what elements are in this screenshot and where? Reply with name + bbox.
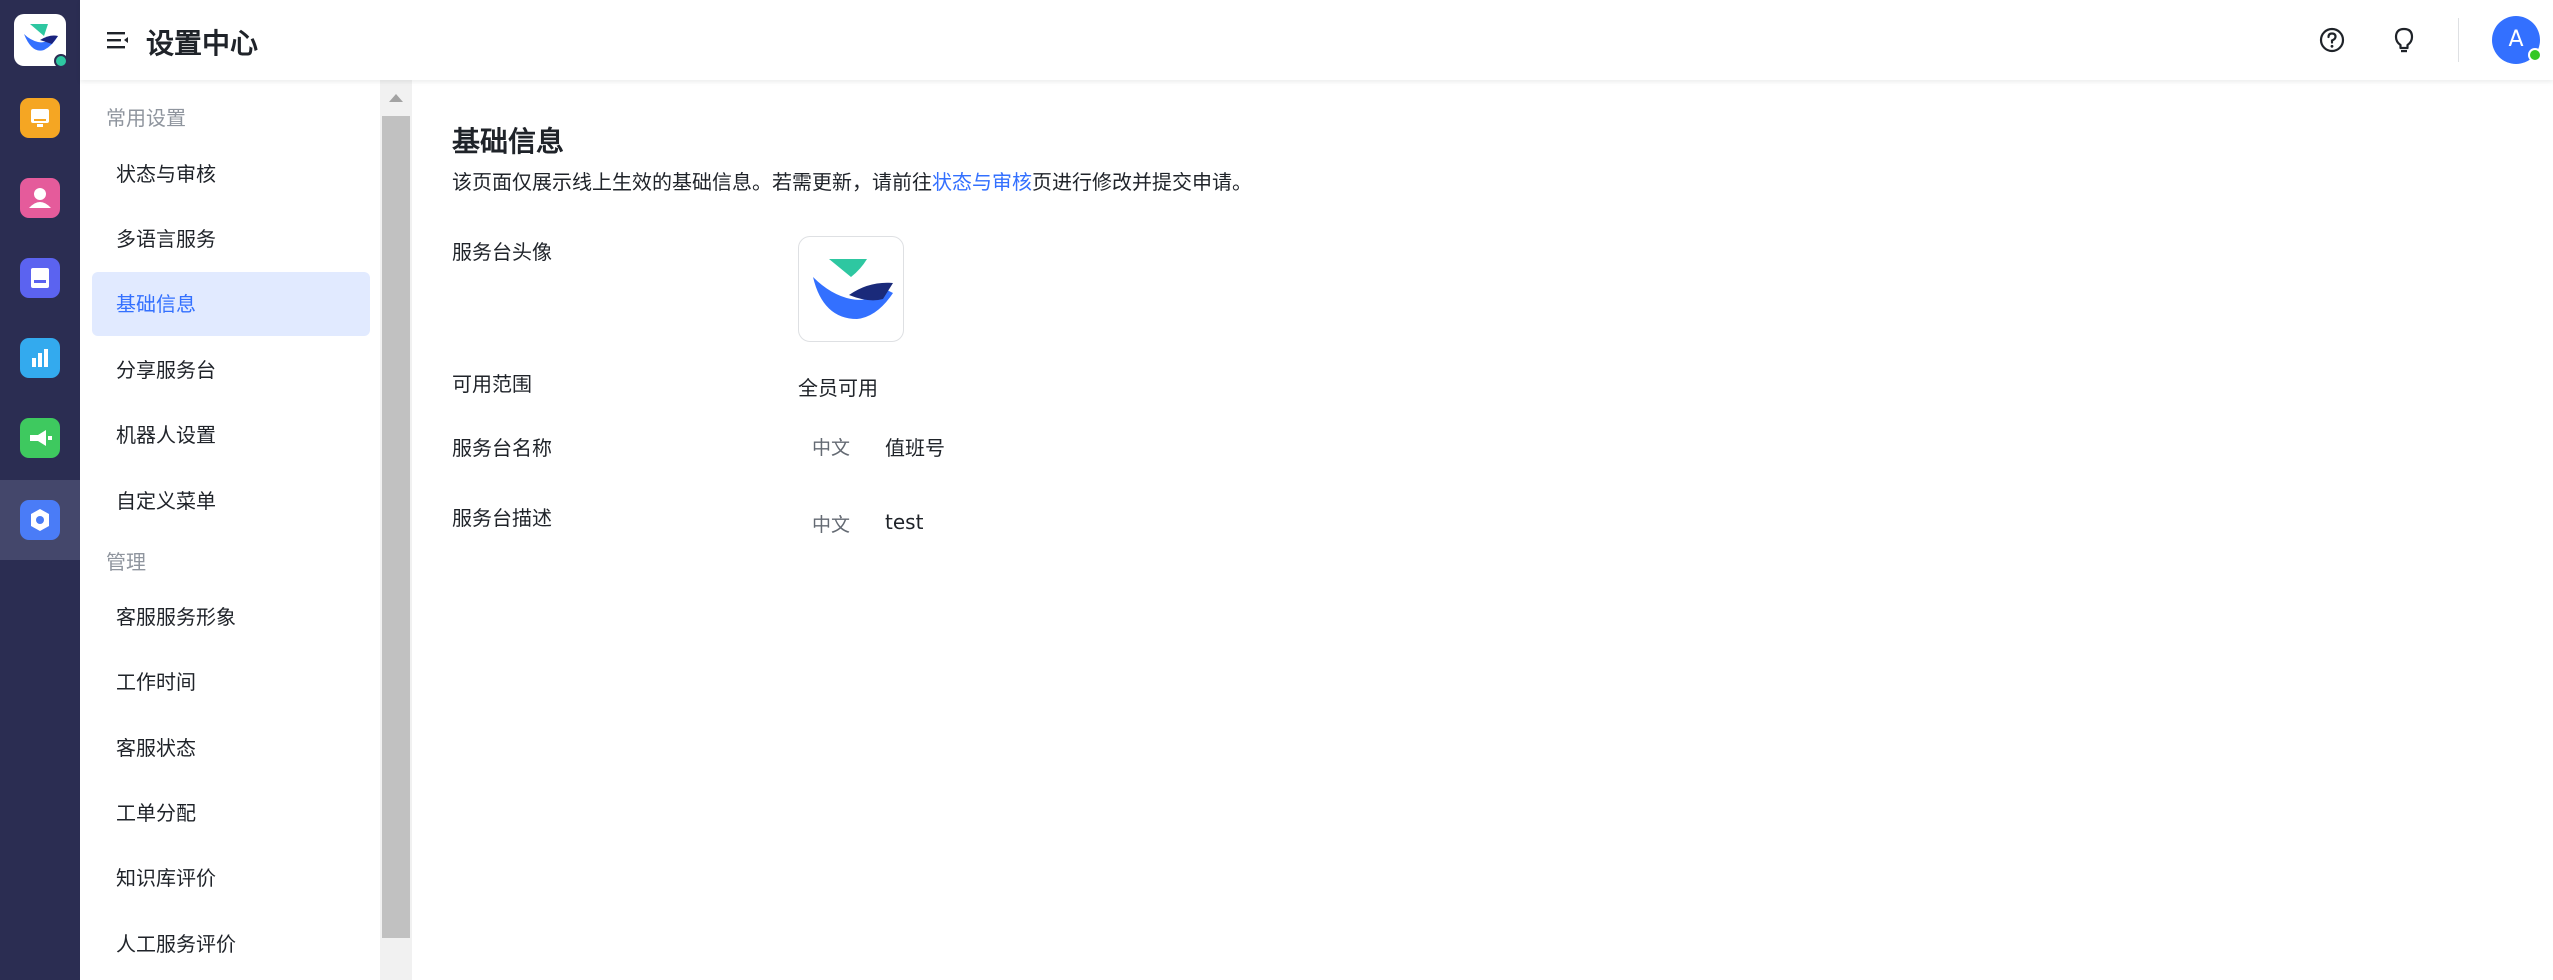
top-header: 设置中心 A <box>80 0 2553 80</box>
rail-megaphone-button[interactable] <box>20 418 60 458</box>
menu-toggle-icon[interactable] <box>104 26 132 54</box>
name-label: 服务台名称 <box>452 436 552 460</box>
group-title-common: 常用设置 <box>106 106 186 130</box>
description-prefix: 该页面仅展示线上生效的基础信息。若需更新，请前往 <box>452 170 932 194</box>
sidebar-item-basic-info[interactable]: 基础信息 <box>92 272 370 336</box>
rail-chart-button[interactable] <box>20 338 60 378</box>
desc-label: 服务台描述 <box>452 506 552 530</box>
section-description: 该页面仅展示线上生效的基础信息。若需更新，请前往状态与审核页进行修改并提交申请。 <box>452 166 1252 195</box>
rail-monitor-button[interactable] <box>20 98 60 138</box>
name-lang-tag: 中文 <box>812 437 851 459</box>
sidebar-item-service-rating[interactable]: 人工服务评价 <box>92 912 370 976</box>
sidebar-item-multilingual[interactable]: 多语言服务 <box>92 207 370 271</box>
app-logo-icon[interactable] <box>14 14 68 68</box>
sidebar-item-custom-menu[interactable]: 自定义菜单 <box>92 469 370 533</box>
rail-person-button[interactable] <box>20 178 60 218</box>
description-suffix: 页进行修改并提交申请。 <box>1032 170 1252 194</box>
desc-lang-tag: 中文 <box>812 514 851 536</box>
scroll-up-arrow-icon[interactable] <box>389 94 403 102</box>
service-desk-logo-icon <box>799 259 903 345</box>
status-dot <box>54 54 68 68</box>
online-status-dot <box>2528 48 2542 62</box>
sidebar-item-kb-rating[interactable]: 知识库评价 <box>92 846 370 910</box>
app-rail <box>0 0 80 980</box>
section-title: 基础信息 <box>452 125 565 158</box>
page-title: 设置中心 <box>146 27 259 60</box>
status-review-link[interactable]: 状态与审核 <box>932 170 1032 194</box>
scope-label: 可用范围 <box>452 372 532 396</box>
sidebar-item-work-hours[interactable]: 工作时间 <box>92 650 370 714</box>
user-avatar[interactable]: A <box>2492 16 2542 64</box>
desc-value: test <box>885 510 924 534</box>
help-icon[interactable] <box>2316 24 2348 56</box>
rail-book-button[interactable] <box>20 258 60 298</box>
service-desk-avatar <box>798 236 904 342</box>
avatar-label: 服务台头像 <box>452 240 552 264</box>
rail-settings-button[interactable] <box>20 500 60 540</box>
group-title-manage: 管理 <box>106 550 146 574</box>
sidebar-item-status-review[interactable]: 状态与审核 <box>92 142 370 206</box>
main-content: 基础信息 该页面仅展示线上生效的基础信息。若需更新，请前往状态与审核页进行修改并… <box>412 80 2553 980</box>
name-value: 值班号 <box>885 436 945 460</box>
sidebar-item-ticket-assign[interactable]: 工单分配 <box>92 781 370 845</box>
header-divider <box>2458 18 2459 62</box>
lightbulb-icon[interactable] <box>2388 24 2420 56</box>
avatar-initial: A <box>2508 27 2524 52</box>
sidebar-item-share[interactable]: 分享服务台 <box>92 338 370 402</box>
scrollbar-thumb[interactable] <box>382 116 410 938</box>
sidebar-scrollbar[interactable] <box>380 80 412 980</box>
sidebar-item-agent-image[interactable]: 客服服务形象 <box>92 585 370 649</box>
sidebar-item-bot-settings[interactable]: 机器人设置 <box>92 403 370 467</box>
sidebar-item-agent-status[interactable]: 客服状态 <box>92 716 370 780</box>
settings-sidebar: 常用设置 状态与审核 多语言服务 基础信息 分享服务台 机器人设置 自定义菜单 … <box>80 80 380 980</box>
scope-value: 全员可用 <box>798 376 878 400</box>
